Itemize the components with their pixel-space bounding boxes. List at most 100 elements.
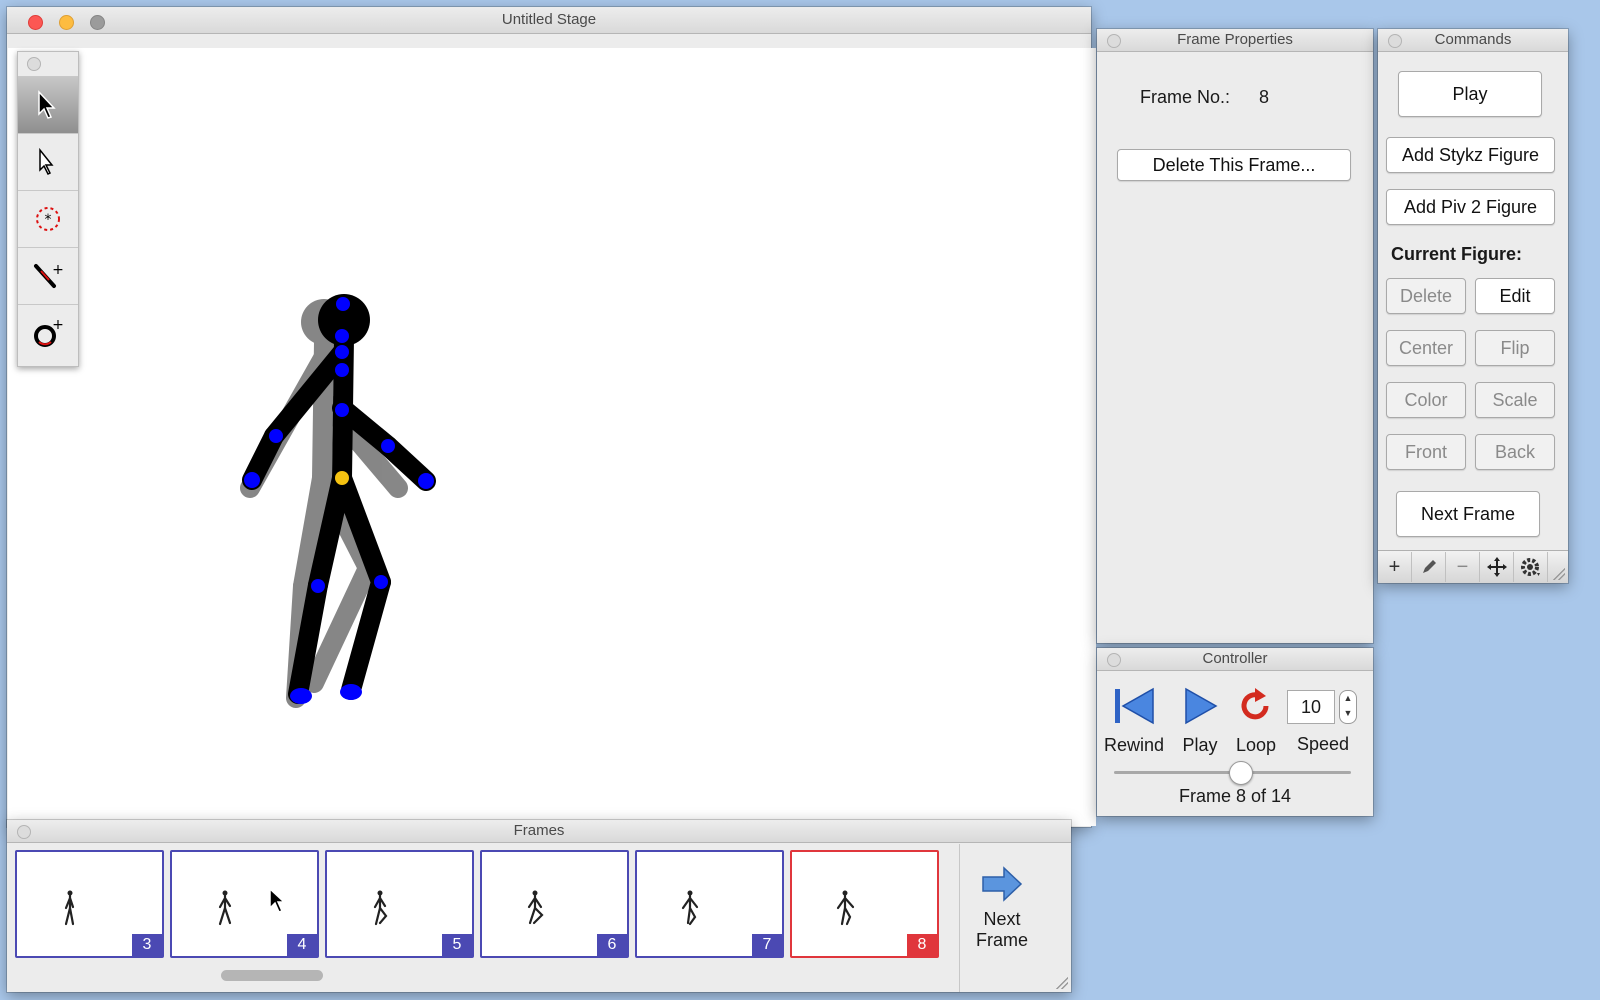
commands-titlebar[interactable]: Commands	[1378, 29, 1568, 52]
edit-command-button[interactable]	[1412, 552, 1446, 582]
right-arrow-icon	[982, 866, 1023, 902]
frame-properties-panel: Frame Properties Frame No.: 8 Delete Thi…	[1097, 29, 1373, 643]
frame-thumbnail[interactable]: 3	[15, 850, 164, 958]
add-line-tool-icon: +	[34, 262, 63, 288]
frame-number-badge: 6	[597, 934, 627, 956]
delete-figure-button[interactable]: Delete	[1386, 278, 1466, 314]
add-piv2-figure-button[interactable]: Add Piv 2 Figure	[1386, 189, 1555, 225]
frame-number-badge: 3	[132, 934, 162, 956]
current-figure-label: Current Figure:	[1391, 244, 1523, 264]
speed-stepper[interactable]: ▲ ▼	[1339, 690, 1357, 724]
stage-canvas[interactable]	[8, 48, 1096, 826]
controller-title: Controller	[1202, 650, 1268, 667]
svg-text:*: *	[45, 212, 52, 228]
loop-label: Loop	[1235, 735, 1277, 755]
frame-thumbnail[interactable]: 7	[635, 850, 784, 958]
strip-next-frame-button[interactable]: Next Frame	[957, 850, 1047, 960]
close-icon[interactable]	[1107, 34, 1121, 48]
pencil-icon	[1422, 560, 1436, 573]
commands-toolbar: + −	[1378, 550, 1568, 583]
stick-figure[interactable]	[208, 278, 468, 718]
flip-figure-button[interactable]: Flip	[1475, 330, 1555, 366]
frames-titlebar[interactable]: Frames	[7, 820, 1071, 843]
frame-thumbnail[interactable]: 6	[480, 850, 629, 958]
rewind-label: Rewind	[1103, 735, 1165, 755]
resize-grip[interactable]	[1056, 977, 1068, 989]
stage-title: Untitled Stage	[501, 11, 597, 28]
center-point-tool-button[interactable]: *	[18, 191, 78, 248]
pointer-tool-icon	[39, 147, 54, 176]
center-point-tool-icon: *	[36, 207, 60, 231]
add-stykz-figure-button[interactable]: Add Stykz Figure	[1386, 137, 1555, 173]
add-command-button[interactable]: +	[1378, 552, 1412, 582]
pointer-tool-button[interactable]	[18, 134, 78, 191]
loop-toggle[interactable]: Loop	[1229, 686, 1283, 756]
controller-panel: Controller Rewind Play Loop 10 ▲ ▼ Speed …	[1097, 648, 1373, 816]
gear-icon	[1520, 558, 1540, 576]
frame-thumbnail[interactable]: 5	[325, 850, 474, 958]
minimize-window-button[interactable]	[59, 15, 74, 30]
frame-number-badge: 5	[442, 934, 472, 956]
frame-number-badge: 7	[752, 934, 782, 956]
next-frame-line2: Frame	[975, 930, 1028, 950]
frame-no-value: 8	[1259, 87, 1270, 107]
speed-label: Speed	[1297, 734, 1350, 754]
close-window-button[interactable]	[28, 15, 43, 30]
scale-figure-button[interactable]: Scale	[1475, 382, 1555, 418]
select-tool-icon	[38, 90, 56, 119]
horizontal-scrollbar[interactable]	[221, 970, 323, 981]
origin-joint[interactable]	[335, 471, 349, 485]
tool-palette-header[interactable]	[18, 52, 78, 77]
move-command-button[interactable]	[1480, 552, 1514, 582]
delete-frame-button[interactable]: Delete This Frame...	[1117, 149, 1351, 181]
stick-figure-thumbnail-icon	[527, 890, 544, 925]
color-figure-button[interactable]: Color	[1386, 382, 1466, 418]
back-figure-button[interactable]: Back	[1475, 434, 1555, 470]
play-icon	[1185, 687, 1218, 725]
stage-titlebar[interactable]: Untitled Stage	[7, 7, 1091, 34]
close-icon[interactable]	[1107, 653, 1121, 667]
stick-figure-thumbnail-icon	[373, 890, 388, 926]
settings-command-button[interactable]	[1514, 552, 1548, 582]
resize-grip[interactable]	[1553, 568, 1565, 580]
loop-icon	[1241, 688, 1269, 720]
rewind-button[interactable]: Rewind	[1101, 686, 1167, 756]
frame-thumbnail[interactable]: 4	[170, 850, 319, 958]
add-circle-tool-icon: +	[34, 318, 63, 347]
frames-title: Frames	[513, 822, 565, 839]
center-figure-button[interactable]: Center	[1386, 330, 1466, 366]
frame-thumbnail[interactable]: 8	[790, 850, 939, 958]
play-label: Play	[1182, 735, 1218, 755]
next-frame-button[interactable]: Next Frame	[1396, 491, 1540, 537]
select-tool-button[interactable]	[18, 77, 78, 134]
zoom-window-button[interactable]	[90, 15, 105, 30]
rewind-icon	[1115, 687, 1154, 725]
frames-panel: Frames 3 4 5 6 7 8 Next Frame	[7, 820, 1071, 992]
controller-play-button[interactable]: Play	[1173, 686, 1227, 756]
close-icon[interactable]	[17, 825, 31, 839]
edit-figure-button[interactable]: Edit	[1475, 278, 1555, 314]
frame-properties-title: Frame Properties	[1177, 31, 1293, 48]
add-circle-tool-button[interactable]: +	[18, 305, 78, 361]
frame-properties-titlebar[interactable]: Frame Properties	[1097, 29, 1373, 52]
mouse-cursor-icon	[269, 888, 286, 913]
front-figure-button[interactable]: Front	[1386, 434, 1466, 470]
svg-text:+: +	[52, 262, 63, 278]
remove-command-button[interactable]: −	[1446, 552, 1480, 582]
stick-figure-thumbnail-icon	[836, 890, 855, 926]
stick-figure-thumbnail-icon	[681, 890, 699, 926]
play-button[interactable]: Play	[1398, 71, 1542, 117]
frame-number-badge: 4	[287, 934, 317, 956]
speed-input[interactable]: 10	[1287, 690, 1335, 724]
controller-titlebar[interactable]: Controller	[1097, 648, 1373, 671]
stick-figure-thumbnail-icon	[218, 890, 232, 926]
next-frame-line1: Next	[983, 909, 1021, 929]
frame-no-label: Frame No.:	[1140, 87, 1231, 107]
onion-skin-figure	[240, 299, 408, 708]
stick-figure-thumbnail-icon	[64, 890, 75, 926]
frame-slider-knob[interactable]	[1229, 761, 1253, 785]
close-icon[interactable]	[27, 57, 41, 71]
close-icon[interactable]	[1388, 34, 1402, 48]
commands-title: Commands	[1434, 31, 1512, 48]
add-line-tool-button[interactable]: +	[18, 248, 78, 305]
